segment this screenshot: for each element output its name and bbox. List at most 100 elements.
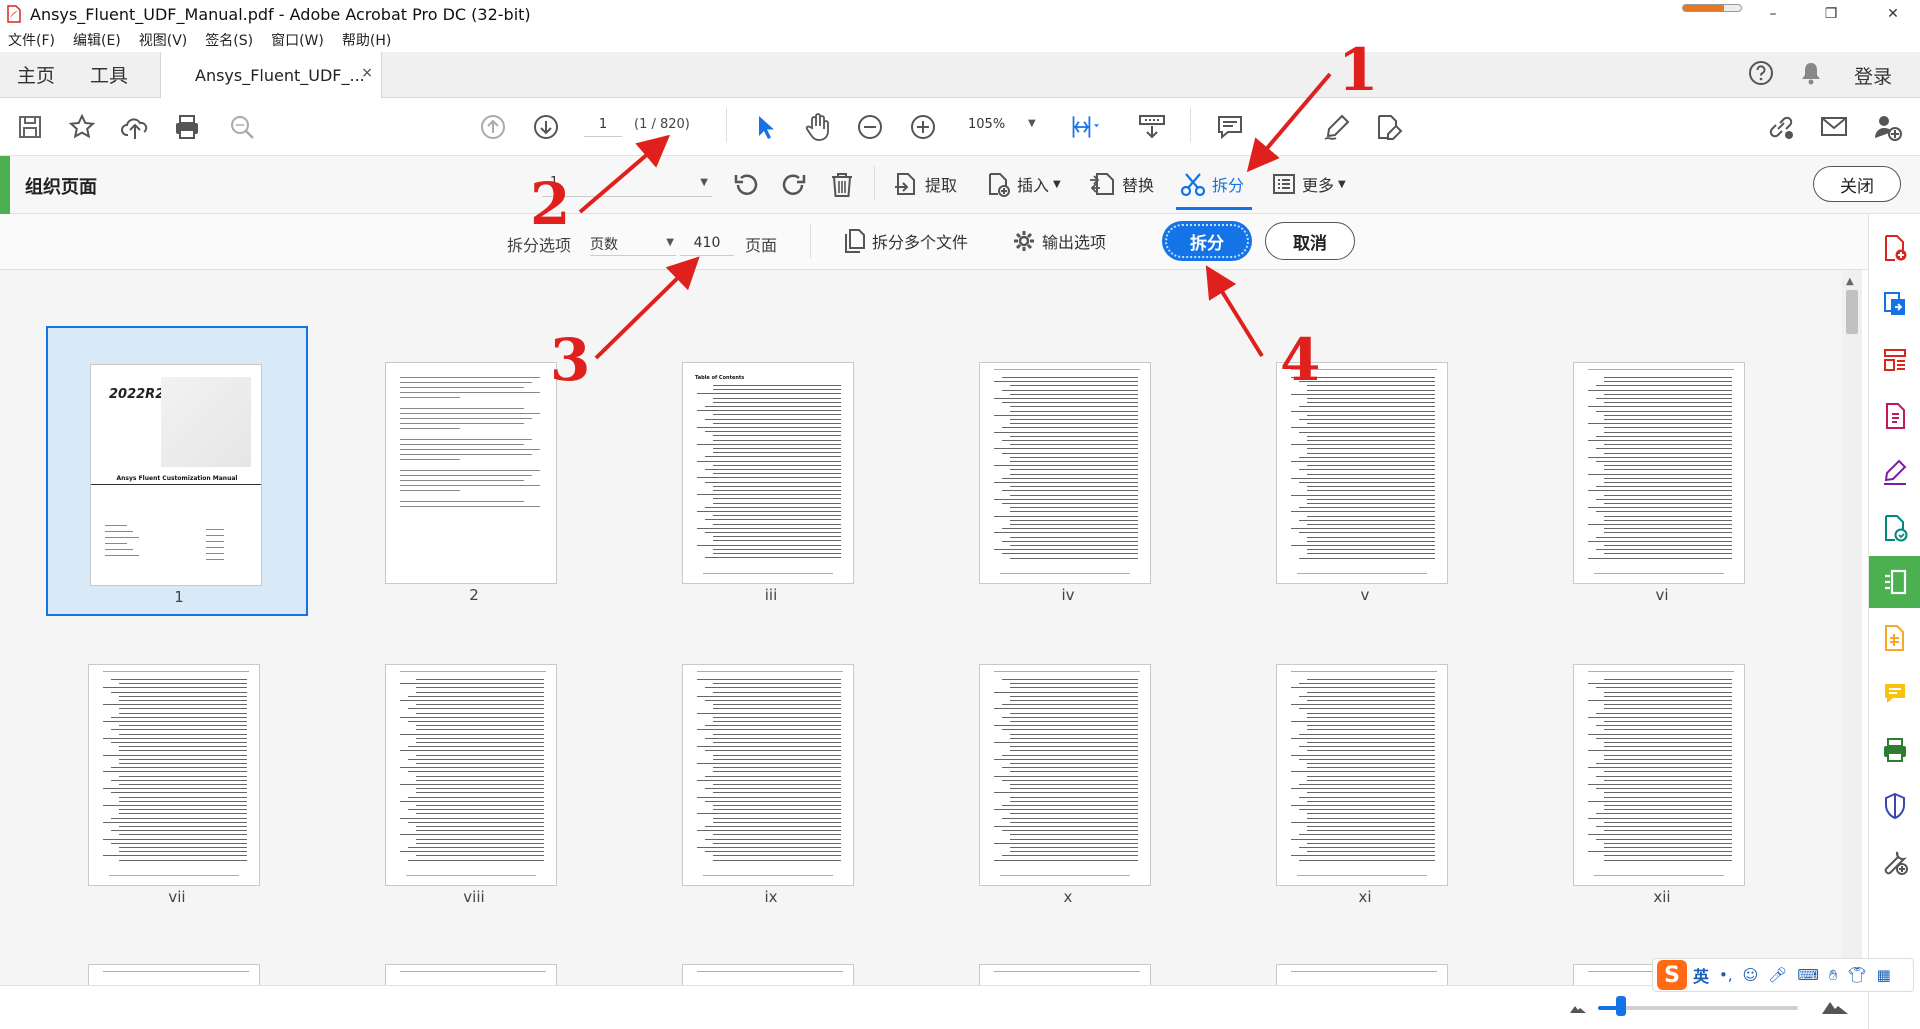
close-tab-icon[interactable]: × xyxy=(361,65,373,81)
minimize-button[interactable]: – xyxy=(1750,0,1796,28)
scroll-mode-icon[interactable] xyxy=(1137,112,1167,142)
page-thumbnail[interactable]: xii xyxy=(1531,628,1793,918)
menu-sign[interactable]: 签名(S) xyxy=(205,30,253,50)
comment-icon[interactable] xyxy=(1215,112,1245,142)
wrench-tools-icon[interactable] xyxy=(1869,836,1920,888)
page-thumbnail[interactable]: x xyxy=(937,628,1199,918)
menu-view[interactable]: 视图(V) xyxy=(139,30,188,50)
add-user-icon[interactable] xyxy=(1872,112,1902,142)
select-cursor-icon[interactable] xyxy=(750,112,780,142)
trash-icon[interactable] xyxy=(827,170,857,200)
menu-file[interactable]: 文件(F) xyxy=(8,30,55,50)
menu-help[interactable]: 帮助(H) xyxy=(342,30,391,50)
tab-home[interactable]: 主页 xyxy=(17,61,55,88)
sign-pen-icon[interactable] xyxy=(1322,112,1352,142)
grid-menu-icon[interactable]: ▦ xyxy=(1877,966,1891,984)
page-thumbnail-partial[interactable] xyxy=(88,964,260,985)
insert-button[interactable]: 插入 ▼ xyxy=(985,170,1061,198)
page-thumbnail[interactable]: iv xyxy=(937,326,1199,616)
search-icon[interactable] xyxy=(227,112,257,142)
hand-tool-icon[interactable] xyxy=(803,112,833,142)
star-icon[interactable] xyxy=(67,112,97,142)
page-thumbnail[interactable]: viii xyxy=(343,628,605,918)
organize-layout-icon[interactable] xyxy=(1869,334,1920,386)
toc-line xyxy=(103,704,247,706)
page-thumbnail[interactable]: ix xyxy=(640,628,902,918)
page-thumbnail[interactable]: Table of Contents iii xyxy=(640,326,902,616)
rotate-right-icon[interactable] xyxy=(779,170,809,200)
scroll-up-icon[interactable]: ▲ xyxy=(1846,276,1854,287)
next-page-icon[interactable] xyxy=(531,112,561,142)
page-thumbnail[interactable]: xi xyxy=(1234,628,1496,918)
toc-line xyxy=(1010,435,1138,437)
skin-icon[interactable]: 👕︎ xyxy=(1848,966,1867,984)
slider-knob[interactable] xyxy=(1616,996,1626,1016)
punctuation-icon[interactable]: •, xyxy=(1719,966,1733,984)
export-pdf-icon[interactable] xyxy=(1869,278,1920,330)
vertical-scrollbar[interactable]: ▲ xyxy=(1842,270,1862,985)
page-thumbnail-partial[interactable] xyxy=(979,964,1151,985)
prev-page-icon[interactable] xyxy=(478,112,508,142)
handwriting-icon[interactable]: ✋︎ xyxy=(1829,966,1838,984)
save-icon[interactable] xyxy=(15,112,45,142)
page-thumbnail[interactable]: vii xyxy=(46,628,308,918)
split-multiple-files-button[interactable]: 拆分多个文件 xyxy=(842,226,968,256)
tab-document[interactable]: Ansys_Fluent_UDF_... × xyxy=(160,52,382,98)
split-mode-dropdown[interactable]: 页数 ▼ xyxy=(590,230,676,256)
toc-line xyxy=(1010,737,1138,739)
page-thumbnail[interactable]: vi xyxy=(1531,326,1793,616)
fill-sign-icon[interactable] xyxy=(1869,446,1920,498)
page-thumbnail[interactable]: v xyxy=(1234,326,1496,616)
close-organize-button[interactable]: 关闭 xyxy=(1813,166,1901,202)
help-icon[interactable] xyxy=(1748,60,1774,90)
ime-language-toggle[interactable]: 英 xyxy=(1693,963,1709,987)
page-thumbnail-partial[interactable] xyxy=(682,964,854,985)
more-button[interactable]: 更多 ▼ xyxy=(1272,170,1346,198)
zoom-dropdown-icon[interactable]: ▼ xyxy=(1028,118,1036,129)
extract-button[interactable]: 提取 xyxy=(893,170,957,198)
large-mountain-icon[interactable] xyxy=(1820,994,1850,1018)
menu-window[interactable]: 窗口(W) xyxy=(271,30,324,50)
zoom-level[interactable]: 105% xyxy=(968,117,1005,132)
maximize-button[interactable]: ❐ xyxy=(1808,0,1854,28)
email-icon[interactable] xyxy=(1819,112,1849,142)
page-thumbnail-partial[interactable] xyxy=(385,964,557,985)
cancel-button[interactable]: 取消 xyxy=(1265,222,1355,260)
comment-panel-icon[interactable] xyxy=(1869,668,1920,720)
organize-pages-icon[interactable] xyxy=(1869,556,1920,608)
menu-edit[interactable]: 编辑(E) xyxy=(73,30,121,50)
thumbnail-size-slider[interactable] xyxy=(1598,1006,1798,1010)
edit-document-icon[interactable] xyxy=(1374,112,1404,142)
toc-line xyxy=(697,544,841,546)
bell-icon[interactable] xyxy=(1800,61,1822,89)
page-thumbnail-partial[interactable] xyxy=(1276,964,1448,985)
zoom-in-icon[interactable] xyxy=(908,112,938,142)
page-thumbnail[interactable]: 2022R2 Ansys Fluent Customization Manual 1 xyxy=(46,326,308,616)
tab-tools[interactable]: 工具 xyxy=(90,61,128,88)
rotate-left-icon[interactable] xyxy=(731,170,761,200)
keyboard-icon[interactable]: ⌨ xyxy=(1797,966,1819,984)
upload-cloud-icon[interactable] xyxy=(120,112,150,142)
page-number-input[interactable] xyxy=(584,113,622,137)
zoom-out-icon[interactable] xyxy=(855,112,885,142)
print-icon[interactable] xyxy=(172,112,202,142)
split-confirm-button[interactable]: 拆分 xyxy=(1162,221,1252,261)
shield-icon[interactable] xyxy=(1869,780,1920,832)
ime-logo[interactable]: S xyxy=(1657,960,1687,990)
create-pdf-icon[interactable] xyxy=(1869,222,1920,274)
close-window-button[interactable]: ✕ xyxy=(1870,0,1916,28)
share-link-icon[interactable] xyxy=(1766,112,1796,142)
print-production-icon[interactable] xyxy=(1869,724,1920,776)
emoji-icon[interactable]: ☺ xyxy=(1743,966,1759,984)
send-review-icon[interactable] xyxy=(1869,502,1920,554)
scrollbar-thumb[interactable] xyxy=(1846,290,1858,334)
split-page-count-input[interactable] xyxy=(680,230,734,256)
compress-pdf-icon[interactable] xyxy=(1869,390,1920,442)
fit-page-icon[interactable] xyxy=(1070,112,1100,142)
output-options-button[interactable]: 输出选项 xyxy=(1012,226,1106,256)
combine-files-icon[interactable] xyxy=(1869,612,1920,664)
login-button[interactable]: 登录 xyxy=(1854,62,1892,89)
microphone-icon[interactable]: 🎤︎ xyxy=(1768,966,1787,984)
replace-button[interactable]: 替换 xyxy=(1088,170,1154,198)
small-mountain-icon[interactable] xyxy=(1568,998,1588,1018)
